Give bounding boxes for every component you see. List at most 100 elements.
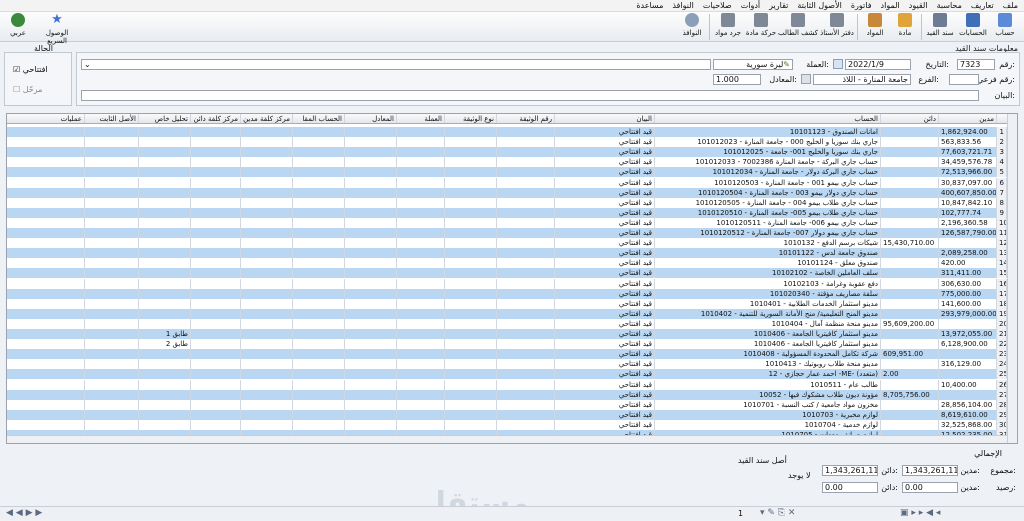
cell-empty[interactable]	[7, 389, 85, 400]
cell-empty[interactable]	[241, 217, 293, 228]
branch-dropdown-icon[interactable]	[801, 74, 811, 84]
cell-empty[interactable]	[85, 197, 139, 208]
cell-empty[interactable]	[191, 359, 241, 370]
cell-empty[interactable]	[191, 217, 241, 228]
cell-empty[interactable]	[241, 187, 293, 198]
cell-empty[interactable]	[191, 207, 241, 218]
cell-credit[interactable]	[881, 278, 939, 289]
cell-empty[interactable]	[7, 137, 85, 148]
cell-account[interactable]: 1010511 - طالب عام	[655, 379, 881, 390]
cell-empty[interactable]	[85, 419, 139, 430]
cell-empty[interactable]	[191, 167, 241, 178]
cell-empty[interactable]	[445, 197, 497, 208]
cell-empty[interactable]	[445, 308, 497, 319]
cell-empty[interactable]	[345, 298, 397, 309]
cell-empty[interactable]	[445, 127, 497, 138]
cell-debit[interactable]: 77,603,721.71	[939, 147, 997, 158]
cell-empty[interactable]	[191, 419, 241, 430]
cell-empty[interactable]	[7, 167, 85, 178]
cell-empty[interactable]	[241, 167, 293, 178]
cell-note[interactable]: قيد افتتاحي	[555, 157, 655, 168]
cell-debit[interactable]: 32,525,868.00	[939, 419, 997, 430]
cell-empty[interactable]	[191, 157, 241, 168]
cell-empty[interactable]	[85, 177, 139, 188]
cell-account[interactable]: 1010120511 - حساب جاري بيمو 006- جامعة ا…	[655, 217, 881, 228]
table-row[interactable]: 6 30,837,097.00 1010120503 - حساب جاري بيم…	[7, 177, 1007, 188]
cell-account[interactable]: 10101124 - صندوق معلق	[655, 258, 881, 269]
cell-empty[interactable]	[293, 359, 345, 370]
cell-empty[interactable]	[497, 379, 555, 390]
cell-note[interactable]: قيد افتتاحي	[555, 318, 655, 329]
cell-empty[interactable]	[241, 268, 293, 279]
cell-empty[interactable]	[191, 258, 241, 269]
table-row[interactable]: 27 8,705,756.0010052 - مؤونة ديون طلاب مش…	[7, 389, 1007, 400]
cell-empty[interactable]	[445, 389, 497, 400]
cell-debit[interactable]: 10,400.00	[939, 379, 997, 390]
cell-empty[interactable]	[293, 379, 345, 390]
cell-empty[interactable]	[191, 137, 241, 148]
cell-empty[interactable]	[397, 137, 445, 148]
cell-ta[interactable]	[139, 248, 191, 259]
cell-empty[interactable]	[85, 389, 139, 400]
cell-empty[interactable]	[445, 177, 497, 188]
cell-empty[interactable]	[293, 389, 345, 400]
cell-account[interactable]: 10052 - مؤونة ديون طلاب مشكوك فيها	[655, 389, 881, 400]
cell-empty[interactable]	[345, 288, 397, 299]
cell-note[interactable]: قيد افتتاحي	[555, 207, 655, 218]
cell-debit[interactable]: 6,128,900.00	[939, 339, 997, 350]
subnumber-field[interactable]	[949, 74, 979, 85]
cell-debit[interactable]: 306,630.00	[939, 278, 997, 289]
table-row[interactable]: 20 95,609,200.001010404 - مدينو منحة منظم…	[7, 318, 1007, 329]
cell-empty[interactable]	[445, 318, 497, 329]
cell-empty[interactable]	[85, 268, 139, 279]
cell-debit[interactable]: 126,587,790.00	[939, 228, 997, 239]
table-row[interactable]: 2610,400.00 1010511 - طالب عامقيد افتتاحي	[7, 379, 1007, 390]
cell-empty[interactable]	[497, 157, 555, 168]
cell-credit[interactable]	[881, 207, 939, 218]
cell-empty[interactable]	[497, 308, 555, 319]
column-header[interactable]: البيان	[555, 114, 655, 124]
column-header[interactable]: الأصل الثابت	[85, 114, 139, 124]
cell-empty[interactable]	[293, 298, 345, 309]
column-header[interactable]: الحساب	[655, 114, 881, 124]
menu-item[interactable]: تقارير	[769, 1, 788, 10]
cell-empty[interactable]	[445, 278, 497, 289]
rate-field[interactable]: 1.000	[713, 74, 761, 85]
cell-empty[interactable]	[293, 399, 345, 410]
cell-empty[interactable]	[241, 318, 293, 329]
table-row[interactable]: 2828,856,104.00 1010701 - مخزون مواد جامع…	[7, 399, 1007, 410]
cell-account[interactable]: 1010120503 - حساب جاري بيمو 001 - جامعة …	[655, 177, 881, 188]
cell-empty[interactable]	[397, 258, 445, 269]
cell-empty[interactable]	[85, 238, 139, 249]
cell-credit[interactable]	[881, 147, 939, 158]
cell-credit[interactable]	[881, 359, 939, 370]
cell-empty[interactable]	[397, 369, 445, 380]
cell-empty[interactable]	[497, 238, 555, 249]
cell-note[interactable]: قيد افتتاحي	[555, 339, 655, 350]
cell-note[interactable]: قيد افتتاحي	[555, 349, 655, 360]
cell-ta[interactable]	[139, 288, 191, 299]
cell-debit[interactable]: 420.00	[939, 258, 997, 269]
cell-empty[interactable]	[293, 147, 345, 158]
cell-ta[interactable]	[139, 308, 191, 319]
column-header[interactable]: رقم الوثيقة	[497, 114, 555, 124]
horizontal-scrollbar[interactable]	[7, 435, 1007, 443]
table-row[interactable]: 18141,600.00 1010401 - مدينو استثمار الخد…	[7, 298, 1007, 309]
column-header[interactable]: مركز كلفة دائن	[191, 114, 241, 124]
cell-empty[interactable]	[191, 389, 241, 400]
cell-empty[interactable]	[293, 308, 345, 319]
cell-credit[interactable]: 609,951.00	[881, 349, 939, 360]
cell-empty[interactable]	[397, 268, 445, 279]
nav-right-icons[interactable]: ▣ ▸ ▸ ◀ ◂	[900, 508, 940, 518]
cell-account[interactable]: 1010401 - مدينو استثمار الخدمات الطلابية	[655, 298, 881, 309]
cell-credit[interactable]	[881, 258, 939, 269]
cell-empty[interactable]	[397, 248, 445, 259]
cell-empty[interactable]	[497, 207, 555, 218]
cell-account[interactable]: 1010120510 - حساب جاري طلاب بيمو 005- جا…	[655, 207, 881, 218]
cell-empty[interactable]	[85, 228, 139, 239]
cell-empty[interactable]	[497, 298, 555, 309]
cell-empty[interactable]	[241, 329, 293, 340]
cell-empty[interactable]	[241, 308, 293, 319]
cell-account[interactable]: 1010404 - مدينو منحة منظمة آمال	[655, 318, 881, 329]
entries-grid[interactable]: مدين دائن الحساب البيان رقم الوثيقة نوع الوثي…	[6, 113, 1018, 444]
